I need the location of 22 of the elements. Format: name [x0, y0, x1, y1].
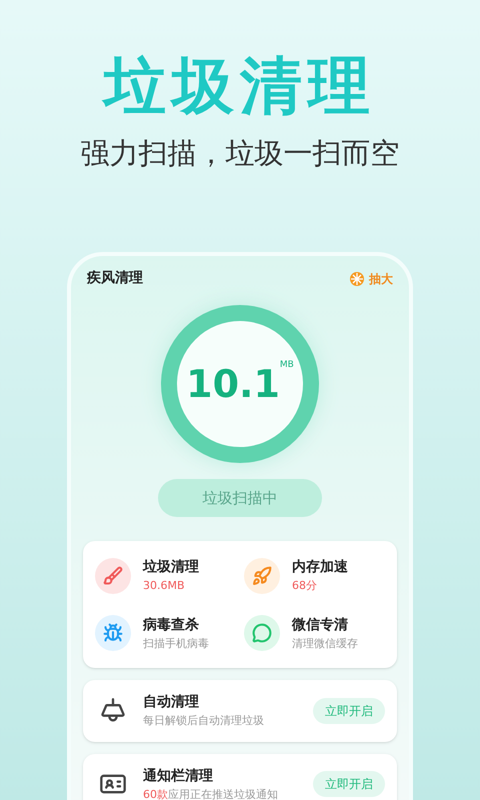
app-title: 疾风清理 [87, 269, 143, 288]
chat-bubble-icon [244, 615, 280, 652]
feature-title[interactable]: 病毒查杀 [143, 614, 209, 636]
feature-title[interactable]: 内存加速 [292, 557, 348, 578]
feature-subtitle: 扫描手机病毒 [143, 636, 209, 652]
feature-subtitle: 68分 [292, 578, 318, 594]
scan-size: 10.1 [186, 360, 280, 408]
brush-icon [95, 558, 131, 594]
size-unit: MB [280, 359, 294, 372]
task-description: 60款应用正在推送垃圾通知 [143, 786, 279, 800]
feature-title[interactable]: 微信专清 [292, 614, 358, 636]
feature-title[interactable]: 垃圾清理 [143, 557, 199, 578]
task-description: 每日解锁后自动清理垃圾 [143, 713, 265, 729]
feature-subtitle: 清理微信缓存 [292, 636, 358, 652]
pinwheel-icon [349, 270, 365, 286]
feature-subtitle: 30.6MB [143, 578, 186, 594]
headline: 垃圾清理 [104, 55, 376, 117]
task-title: 通知栏清理 [143, 766, 214, 786]
task-title: 自动清理 [143, 693, 200, 712]
bug-icon [95, 615, 131, 652]
rocket-icon [244, 558, 280, 594]
tagline: 强力扫描，垃圾一扫而空 [80, 139, 400, 168]
